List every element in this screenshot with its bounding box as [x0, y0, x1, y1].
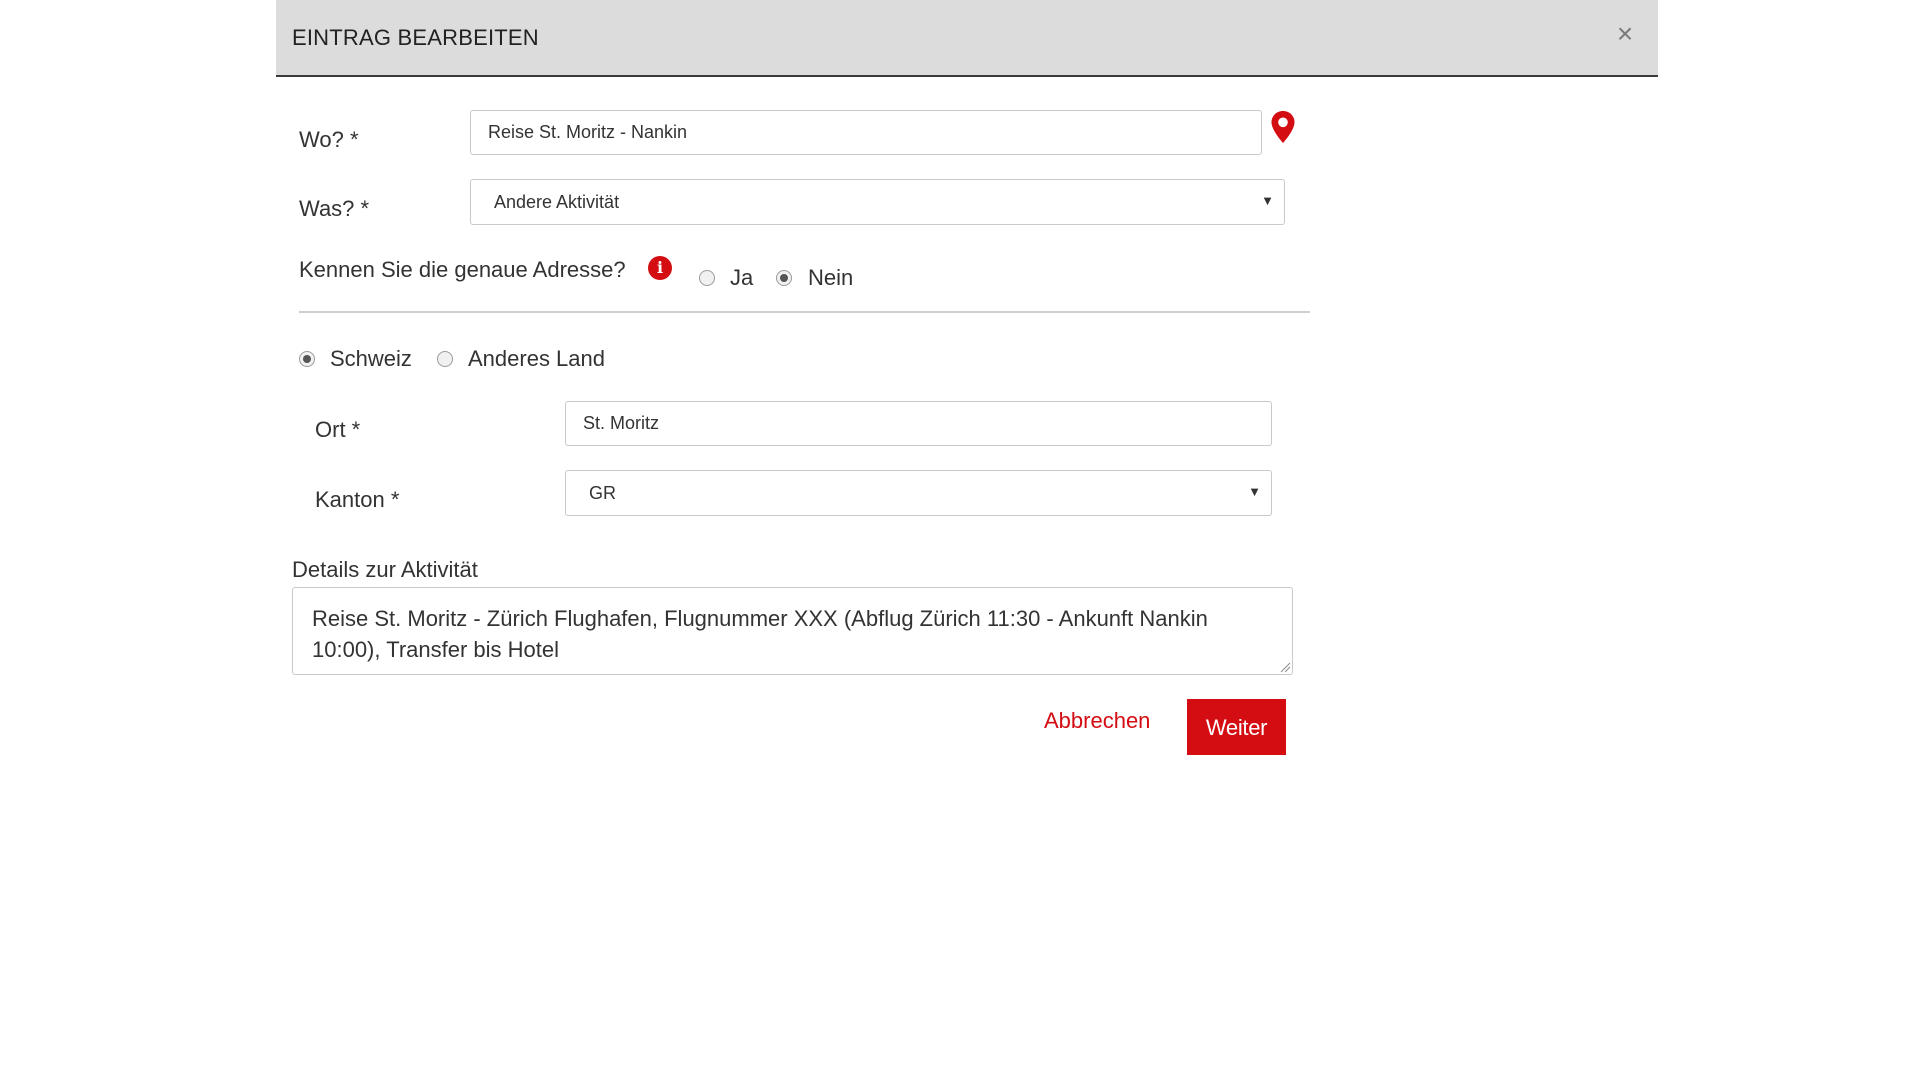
info-icon[interactable]: i — [648, 256, 672, 280]
section-divider — [299, 311, 1310, 313]
place-label: Ort * — [315, 417, 361, 442]
details-textarea[interactable]: Reise St. Moritz - Zürich Flughafen, Flu… — [292, 587, 1293, 675]
where-input[interactable] — [470, 110, 1262, 155]
radio-other-country-label[interactable]: Anderes Land — [468, 346, 605, 372]
radio-other-country[interactable] — [437, 351, 453, 367]
canton-select-value: GR — [589, 483, 616, 503]
canton-label: Kanton * — [315, 487, 400, 512]
dialog-header: EINTRAG BEARBEITEN × — [276, 0, 1658, 77]
details-label: Details zur Aktivität — [292, 557, 478, 582]
radio-yes[interactable] — [699, 270, 715, 286]
radio-yes-label[interactable]: Ja — [730, 265, 753, 291]
map-pin-icon[interactable] — [1270, 110, 1296, 144]
chevron-down-icon: ▼ — [1261, 193, 1274, 208]
edit-entry-dialog: EINTRAG BEARBEITEN × Wo? * Was? * Andere… — [276, 0, 1658, 1080]
what-label: Was? * — [299, 196, 370, 221]
cancel-button[interactable]: Abbrechen — [1044, 708, 1150, 734]
next-button[interactable]: Weiter — [1187, 699, 1286, 755]
what-select-value: Andere Aktivität — [494, 192, 620, 212]
chevron-down-icon: ▼ — [1248, 484, 1261, 499]
where-label: Wo? * — [299, 127, 359, 152]
exact-address-question: Kennen Sie die genaue Adresse? — [299, 257, 626, 282]
what-select[interactable]: Andere Aktivität ▼ — [470, 179, 1285, 225]
resize-handle-icon[interactable] — [1279, 661, 1291, 673]
radio-switzerland-label[interactable]: Schweiz — [330, 346, 412, 372]
canton-select[interactable]: GR ▼ — [565, 470, 1272, 516]
radio-no-label[interactable]: Nein — [808, 265, 853, 291]
dialog-title: EINTRAG BEARBEITEN — [292, 25, 539, 50]
close-icon[interactable]: × — [1610, 16, 1640, 52]
radio-no[interactable] — [776, 270, 792, 286]
radio-switzerland[interactable] — [299, 351, 315, 367]
place-input[interactable] — [565, 401, 1272, 446]
